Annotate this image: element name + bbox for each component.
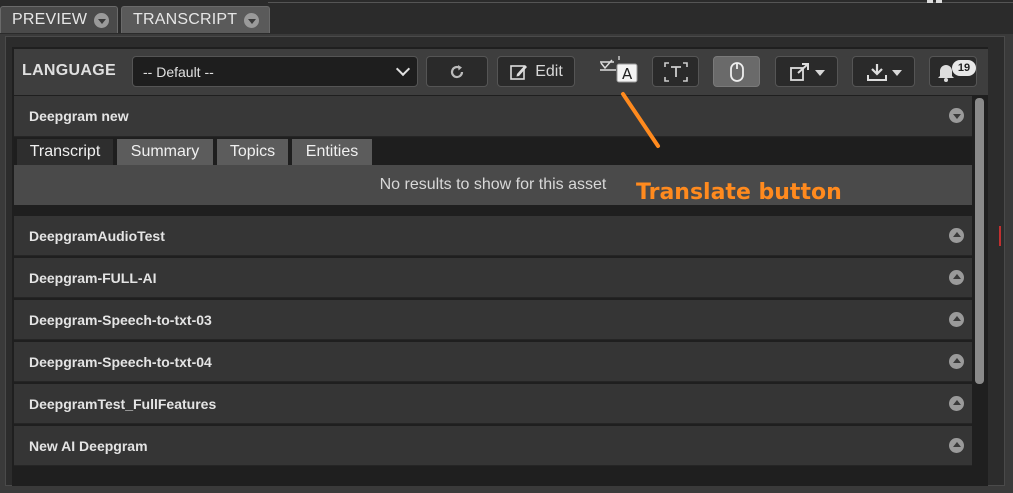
export-button[interactable] xyxy=(775,56,838,87)
refresh-icon xyxy=(450,64,464,78)
expand-toggle-icon[interactable] xyxy=(949,270,964,285)
notification-count-badge: 19 xyxy=(952,60,976,76)
annotation-label: Translate button xyxy=(636,180,842,205)
language-label: LANGUAGE xyxy=(22,62,116,79)
list-item[interactable]: New AI Deepgram xyxy=(14,426,972,466)
mouse-button[interactable] xyxy=(713,56,760,87)
tab-preview[interactable]: PREVIEW xyxy=(0,6,118,33)
caret-down-icon xyxy=(814,69,825,76)
download-icon xyxy=(866,63,887,81)
refresh-button[interactable] xyxy=(426,56,488,87)
translate-button[interactable]: A xyxy=(594,54,642,88)
scrollbar-thumb[interactable] xyxy=(975,98,984,384)
edit-button[interactable]: Edit xyxy=(497,56,575,87)
item-title: DeepgramAudioTest xyxy=(29,228,165,244)
item-title: Deepgram-FULL-AI xyxy=(29,270,157,286)
edge-marker xyxy=(999,226,1001,246)
expand-toggle-icon[interactable] xyxy=(949,354,964,369)
collapse-toggle-icon[interactable] xyxy=(949,108,964,123)
expand-toggle-icon[interactable] xyxy=(949,438,964,453)
download-button[interactable] xyxy=(852,56,915,87)
expand-toggle-icon[interactable] xyxy=(949,312,964,327)
edit-icon xyxy=(510,64,528,80)
tick-mark xyxy=(927,0,933,3)
item-title: Deepgram-Speech-to-txt-03 xyxy=(29,312,212,328)
item-title: New AI Deepgram xyxy=(29,438,148,454)
language-select-value: -- Default -- xyxy=(143,64,214,80)
list-item[interactable]: DeepgramAudioTest xyxy=(14,216,972,256)
export-icon xyxy=(789,62,809,81)
caret-down-icon xyxy=(891,69,902,76)
list-item[interactable]: Deepgram-Speech-to-txt-04 xyxy=(14,342,972,382)
list-item[interactable]: DeepgramTest_FullFeatures xyxy=(14,384,972,424)
subtab-label: Summary xyxy=(130,143,200,160)
list-item[interactable]: Deepgram new xyxy=(14,96,972,137)
language-select[interactable]: -- Default -- xyxy=(132,56,418,87)
subtab-entities[interactable]: Entities xyxy=(292,139,372,165)
tab-transcript[interactable]: TRANSCRIPT xyxy=(121,6,270,33)
tab-transcript-label: TRANSCRIPT xyxy=(133,11,238,28)
expand-toggle-icon[interactable] xyxy=(949,228,964,243)
subtab-summary[interactable]: Summary xyxy=(117,139,213,165)
expand-toggle-icon[interactable] xyxy=(949,396,964,411)
subtab-topics[interactable]: Topics xyxy=(217,139,288,165)
text-recognition-icon xyxy=(663,61,688,82)
subtab-label: Topics xyxy=(229,143,276,160)
mouse-icon xyxy=(729,61,744,82)
subtab-label: Transcript xyxy=(29,143,101,160)
item-title: DeepgramTest_FullFeatures xyxy=(29,396,217,412)
tab-preview-label: PREVIEW xyxy=(12,11,88,28)
subtab-transcript[interactable]: Transcript xyxy=(17,139,113,165)
translate-icon: A xyxy=(600,56,638,83)
subtab-label: Entities xyxy=(305,143,359,160)
tick-mark xyxy=(936,0,942,3)
item-title: Deepgram new xyxy=(29,108,129,124)
divider xyxy=(268,2,1013,3)
svg-text:A: A xyxy=(622,65,633,83)
list-item[interactable]: Deepgram-Speech-to-txt-03 xyxy=(14,300,972,340)
text-recognition-button[interactable] xyxy=(652,56,699,87)
chevron-down-icon[interactable] xyxy=(244,12,260,28)
list-item[interactable]: Deepgram-FULL-AI xyxy=(14,258,972,298)
chevron-down-icon[interactable] xyxy=(94,12,109,28)
edit-button-label: Edit xyxy=(535,62,563,80)
item-title: Deepgram-Speech-to-txt-04 xyxy=(29,354,212,370)
